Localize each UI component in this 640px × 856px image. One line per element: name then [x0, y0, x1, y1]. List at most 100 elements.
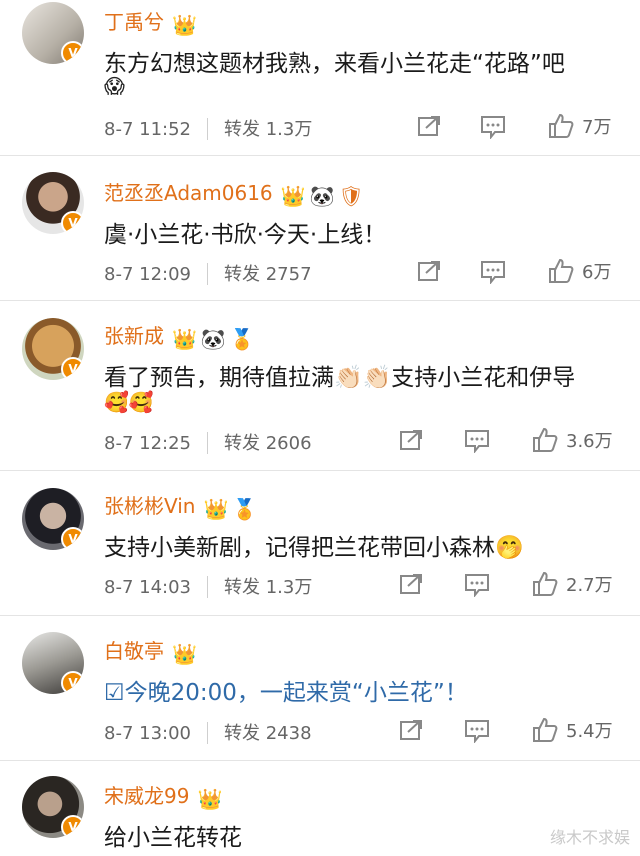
comment-item: V 张彬彬Vin 👑 🏅 支持小美新剧，记得把兰花带回小森林🤭 8-7 14:03 转… — [0, 470, 640, 616]
repost-label[interactable]: 转发 — [224, 433, 260, 454]
share-icon — [400, 430, 422, 450]
repost-count: 2606 — [265, 433, 312, 454]
crown-badge-icon: 👑 — [203, 497, 229, 521]
comment-button[interactable] — [464, 429, 490, 453]
verified-badge-icon: V — [61, 211, 84, 234]
comment-username[interactable]: 范丞丞Adam0616 👑 🐼 🛡 — [104, 177, 368, 208]
emoji-line: 😱 — [104, 74, 125, 98]
share-button[interactable] — [400, 429, 424, 451]
like-count: 7万 — [582, 117, 612, 138]
comment-icon — [465, 574, 489, 597]
comment-username[interactable]: 宋威龙99 👑 — [104, 780, 226, 811]
thumbs-up-icon — [549, 113, 574, 138]
share-button[interactable] — [400, 719, 424, 741]
comment-meta: 8-7 13:00 转发 2438 — [104, 719, 312, 745]
avatar[interactable]: V — [22, 172, 84, 234]
thumbs-up-icon — [533, 571, 558, 596]
verified-badge-icon: V — [61, 815, 84, 838]
timestamp: 8-7 13:00 — [104, 723, 191, 744]
like-count: 2.7万 — [566, 575, 613, 596]
shield-badge-icon: 🛡 — [338, 184, 364, 208]
comment-meta: 8-7 14:03 转发 1.3万 — [104, 573, 312, 599]
thumbs-up-icon — [549, 258, 574, 283]
like-button[interactable]: 7万 — [548, 113, 611, 139]
watermark: 缘木不求娱 — [549, 828, 630, 847]
comment-icon — [465, 430, 489, 453]
comment-item: V 范丞丞Adam0616 👑 🐼 🛡 虞·小兰花·书欣·今天·上线！ 8-7 12:… — [0, 155, 640, 301]
crown-badge-icon: 👑 — [172, 642, 197, 666]
repost-count: 2757 — [265, 264, 312, 285]
repost-label[interactable]: 转发 — [224, 723, 260, 744]
timestamp: 8-7 12:25 — [104, 433, 191, 454]
thumbs-up-icon — [533, 427, 558, 452]
verified-badge-icon: V — [61, 527, 84, 550]
share-icon — [418, 261, 440, 281]
comment-icon — [481, 116, 505, 139]
panda-badge-icon: 🐼 — [309, 184, 335, 208]
timestamp: 8-7 11:52 — [104, 119, 191, 140]
avatar[interactable]: V — [22, 776, 84, 838]
comment-button[interactable] — [480, 115, 506, 139]
comment-text: ☑今晚20:00，一起来赏“小兰花”！ — [104, 680, 468, 706]
share-button[interactable] — [418, 115, 442, 137]
comment-meta: 8-7 12:09 转发 2757 — [104, 260, 312, 286]
comment-button[interactable] — [480, 260, 506, 284]
like-button[interactable]: 3.6万 — [532, 427, 613, 453]
comment-username[interactable]: 丁禹兮 👑 — [104, 6, 201, 37]
comment-icon — [465, 720, 489, 743]
avatar[interactable]: V — [22, 318, 84, 380]
like-button[interactable]: 2.7万 — [532, 571, 613, 597]
comment-icon — [481, 261, 505, 284]
avatar[interactable]: V — [22, 2, 84, 64]
share-icon — [400, 720, 422, 740]
crown-badge-icon: 👑 — [172, 327, 197, 351]
share-button[interactable] — [418, 260, 442, 282]
like-button[interactable]: 5.4万 — [532, 717, 613, 743]
repost-label[interactable]: 转发 — [224, 119, 260, 140]
comment-meta: 8-7 12:25 转发 2606 — [104, 429, 312, 455]
comment-username[interactable]: 白敬亭 👑 — [104, 635, 201, 666]
comment-text: 东方幻想这题材我熟，来看小兰花走“花路”吧 — [104, 51, 565, 77]
timestamp: 8-7 12:09 — [104, 264, 191, 285]
repost-count: 1.3万 — [265, 577, 313, 598]
comment-text: 支持小美新剧，记得把兰花带回小森林🤭 — [104, 535, 524, 561]
comment-text: 给小兰花转花 — [104, 825, 242, 851]
comment-text: 虞·小兰花·书欣·今天·上线！ — [104, 222, 387, 248]
crown-badge-icon: 👑 — [172, 13, 197, 37]
repost-label[interactable]: 转发 — [224, 577, 260, 598]
crown-badge-icon: 👑 — [197, 787, 223, 811]
comment-item: V 宋威龙99 👑 给小兰花转花 — [0, 760, 640, 856]
avatar[interactable]: V — [22, 632, 84, 694]
like-button[interactable]: 6万 — [548, 258, 611, 284]
verified-badge-icon: V — [61, 357, 84, 380]
avatar[interactable]: V — [22, 488, 84, 550]
repost-count: 1.3万 — [265, 119, 313, 140]
share-icon — [418, 116, 440, 136]
comment-item: V 张新成 👑 🐼 🏅 看了预告，期待值拉满👏🏻👏🏻支持小兰花和伊导 🥰🥰 8-7 1… — [0, 300, 640, 471]
verified-badge-icon: V — [61, 41, 84, 64]
medal-badge-icon: 🏅 — [229, 327, 255, 351]
comment-meta: 8-7 11:52 转发 1.3万 — [104, 115, 312, 141]
crown-badge-icon: 👑 — [280, 184, 306, 208]
repost-label[interactable]: 转发 — [224, 264, 260, 285]
like-count: 3.6万 — [566, 431, 613, 452]
comment-button[interactable] — [464, 719, 490, 743]
calendar-icon: ☑ — [104, 680, 125, 706]
like-count: 6万 — [582, 262, 612, 283]
panda-badge-icon: 🐼 — [200, 327, 226, 351]
comment-item: V 丁禹兮 👑 东方幻想这题材我熟，来看小兰花走“花路”吧 😱 8-7 11:52… — [0, 0, 640, 156]
comment-username[interactable]: 张新成 👑 🐼 🏅 — [104, 320, 259, 351]
like-count: 5.4万 — [566, 721, 613, 742]
comment-button[interactable] — [464, 573, 490, 597]
thumbs-up-icon — [533, 717, 558, 742]
medal-badge-icon: 🏅 — [232, 497, 258, 521]
comment-item: V 白敬亭 👑 ☑今晚20:00，一起来赏“小兰花”！ 8-7 13:00 转发 2… — [0, 615, 640, 761]
share-icon — [400, 574, 422, 594]
comment-username[interactable]: 张彬彬Vin 👑 🏅 — [104, 490, 261, 521]
repost-count: 2438 — [265, 723, 312, 744]
timestamp: 8-7 14:03 — [104, 577, 191, 598]
share-button[interactable] — [400, 573, 424, 595]
verified-badge-icon: V — [61, 671, 84, 694]
comment-text: 看了预告，期待值拉满👏🏻👏🏻支持小兰花和伊导 — [104, 365, 576, 391]
emoji-line: 🥰🥰 — [104, 390, 154, 414]
